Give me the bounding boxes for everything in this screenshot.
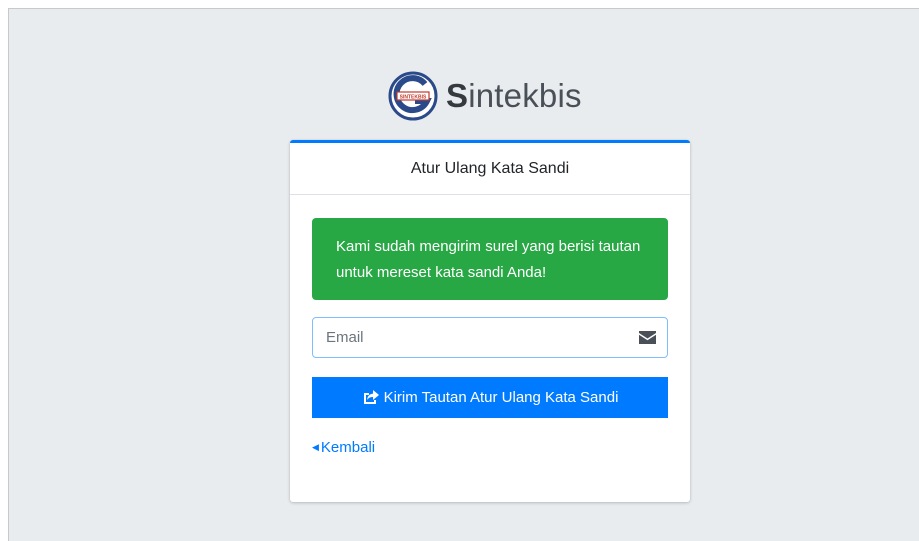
email-field[interactable] — [313, 318, 627, 357]
brand-name-initial: S — [446, 77, 469, 114]
envelope-icon — [627, 318, 667, 357]
logo-badge-text: SINTEKBIS — [400, 95, 427, 101]
page-background: SINTEKBIS Sintekbis Atur Ulang Kata Sand… — [8, 8, 919, 541]
send-reset-link-label: Kirim Tautan Atur Ulang Kata Sandi — [383, 389, 619, 406]
brand-logo[interactable]: SINTEKBIS Sintekbis — [388, 71, 582, 121]
sintekbis-logo-icon: SINTEKBIS — [388, 71, 438, 121]
brand-name: Sintekbis — [446, 77, 582, 115]
card-title: Atur Ulang Kata Sandi — [410, 159, 570, 177]
caret-left-icon: ◀ — [312, 442, 319, 452]
alert-message: Kami sudah mengirim surel yang berisi ta… — [336, 238, 641, 281]
reset-password-card: Atur Ulang Kata Sandi Kami sudah mengiri… — [290, 140, 690, 502]
brand-name-rest: intekbis — [468, 77, 582, 114]
back-link-label: Kembali — [320, 439, 376, 456]
email-input-group — [312, 317, 668, 358]
send-reset-link-button[interactable]: Kirim Tautan Atur Ulang Kata Sandi — [312, 377, 668, 418]
success-alert: Kami sudah mengirim surel yang berisi ta… — [312, 218, 668, 300]
back-link[interactable]: ◀ Kembali — [312, 439, 375, 456]
share-icon — [363, 390, 379, 404]
card-header: Atur Ulang Kata Sandi — [290, 143, 690, 195]
